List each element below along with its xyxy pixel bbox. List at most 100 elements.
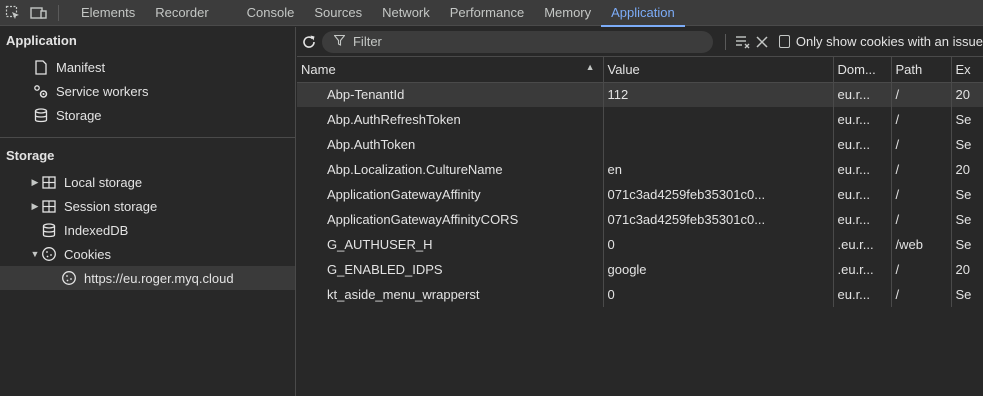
table-row[interactable]: ApplicationGatewayAffinityCORS 071c3ad425… — [297, 207, 983, 232]
sidebar-item-local-storage[interactable]: ▶ Local storage — [0, 170, 295, 194]
sidebar-item-label: https://eu.roger.myq.cloud — [84, 270, 234, 286]
cell-path: / — [891, 132, 952, 157]
column-header-path[interactable]: Path — [891, 57, 952, 83]
sidebar-item-label: Storage — [56, 107, 102, 123]
table-row[interactable]: kt_aside_menu_wrapperst 0 eu.r... / Se — [297, 282, 983, 307]
cell-domain: eu.r... — [833, 207, 892, 232]
table-icon — [40, 174, 58, 190]
cell-domain: eu.r... — [833, 82, 892, 107]
cell-name: ApplicationGatewayAffinity — [297, 182, 604, 207]
cell-value: 0 — [603, 232, 834, 257]
gears-icon — [32, 83, 50, 99]
cell-value: 0 — [603, 282, 834, 307]
cell-expires: Se — [951, 207, 983, 232]
cell-domain: eu.r... — [833, 182, 892, 207]
tab-performance[interactable]: Performance — [440, 0, 534, 26]
sidebar-item-label: Cookies — [64, 246, 111, 262]
only-show-issues-checkbox[interactable] — [779, 35, 790, 48]
cell-value: 071c3ad4259feb35301c0... — [603, 207, 834, 232]
cell-name: ApplicationGatewayAffinityCORS — [297, 207, 604, 232]
table-row[interactable]: Abp.AuthToken eu.r... / Se — [297, 132, 983, 157]
cell-name: G_AUTHUSER_H — [297, 232, 604, 257]
device-toolbar-icon[interactable] — [26, 0, 52, 26]
cell-domain: eu.r... — [833, 157, 892, 182]
cell-value — [603, 107, 834, 132]
cookies-panel: Only show cookies with an issue Name ▲ V… — [297, 27, 983, 396]
cell-value: en — [603, 157, 834, 182]
sidebar-item-service-workers[interactable]: Service workers — [0, 79, 295, 103]
table-row[interactable]: ApplicationGatewayAffinity 071c3ad4259feb… — [297, 182, 983, 207]
toolbar-separator — [724, 33, 726, 50]
cookie-icon — [60, 270, 78, 286]
column-header-expires[interactable]: Ex — [951, 57, 983, 83]
sidebar-divider — [0, 137, 295, 138]
cookies-toolbar: Only show cookies with an issue — [297, 27, 983, 57]
expand-arrow-icon[interactable]: ▶ — [30, 177, 40, 188]
table-row[interactable]: Abp.AuthRefreshToken eu.r... / Se — [297, 107, 983, 132]
cell-expires: Se — [951, 132, 983, 157]
collapse-arrow-icon[interactable]: ▼ — [30, 249, 40, 259]
sidebar-item-label: Session storage — [64, 198, 158, 214]
cell-name: Abp-TenantId — [297, 82, 604, 107]
cell-expires: Se — [951, 107, 983, 132]
refresh-icon[interactable] — [297, 27, 322, 57]
table-icon — [40, 198, 58, 214]
cell-domain: eu.r... — [833, 107, 892, 132]
sidebar-item-manifest[interactable]: Manifest — [0, 55, 295, 79]
database-icon — [32, 107, 50, 123]
application-sidebar: Application Manifest Service workers Sto… — [0, 27, 296, 396]
sidebar-item-label: Service workers — [56, 83, 149, 99]
tab-recorder[interactable]: Recorder — [145, 0, 218, 26]
expand-arrow-icon[interactable]: ▶ — [30, 201, 40, 212]
tab-console[interactable]: Console — [237, 0, 305, 26]
cell-domain: eu.r... — [833, 282, 892, 307]
column-header-value[interactable]: Value — [603, 57, 834, 83]
sidebar-item-label: Manifest — [56, 59, 106, 75]
cell-domain: .eu.r... — [833, 257, 892, 282]
sidebar-item-label: Local storage — [64, 174, 143, 190]
tab-memory[interactable]: Memory — [534, 0, 601, 26]
database-icon — [40, 222, 58, 238]
sidebar-item-session-storage[interactable]: ▶ Session storage — [0, 194, 295, 218]
cell-expires: Se — [951, 232, 983, 257]
devtools-tabbar: Elements Recorder Console Sources Networ… — [0, 0, 983, 27]
filter-box — [321, 30, 713, 53]
tab-application[interactable]: Application — [601, 0, 685, 27]
cell-value: google — [603, 257, 834, 282]
file-icon — [32, 59, 50, 75]
column-header-name[interactable]: Name ▲ — [297, 57, 604, 83]
cell-path: / — [891, 107, 952, 132]
cell-value: 112 — [603, 82, 834, 107]
only-show-issues-label: Only show cookies with an issue — [795, 34, 983, 49]
sidebar-item-cookie-origin[interactable]: https://eu.roger.myq.cloud — [0, 266, 295, 290]
filter-input[interactable] — [352, 34, 713, 49]
sidebar-item-storage[interactable]: Storage — [0, 103, 295, 127]
sidebar-item-cookies[interactable]: ▼ Cookies — [0, 242, 295, 266]
cell-name: Abp.AuthToken — [297, 132, 604, 157]
delete-selected-icon[interactable] — [753, 30, 772, 54]
inspect-element-icon[interactable] — [0, 0, 26, 26]
tab-sources[interactable]: Sources — [304, 0, 372, 26]
storage-section-header: Storage — [6, 148, 55, 163]
cell-name: kt_aside_menu_wrapperst — [297, 282, 604, 307]
cell-path: / — [891, 157, 952, 182]
table-row[interactable]: G_AUTHUSER_H 0 .eu.r.../web Se — [297, 232, 983, 257]
clear-filtered-cookies-icon[interactable] — [734, 30, 753, 54]
column-header-domain[interactable]: Dom... — [833, 57, 892, 83]
sort-ascending-icon: ▲ — [585, 61, 595, 72]
column-header-label: Name — [301, 61, 336, 77]
cell-path: / — [891, 257, 952, 282]
table-row[interactable]: Abp-TenantId 112 eu.r.../20 — [297, 82, 983, 107]
cell-expires: Se — [951, 182, 983, 207]
sidebar-item-indexeddb[interactable]: IndexedDB — [0, 218, 295, 242]
cookie-icon — [40, 246, 58, 262]
cell-name: Abp.AuthRefreshToken — [297, 107, 604, 132]
table-row[interactable]: Abp.Localization.CultureName en eu.r.../20 — [297, 157, 983, 182]
cell-expires: 20 — [951, 257, 983, 282]
tab-elements[interactable]: Elements — [71, 0, 145, 26]
application-section-header: Application — [6, 33, 77, 48]
cell-expires: 20 — [951, 157, 983, 182]
tab-network[interactable]: Network — [372, 0, 440, 26]
cell-path: / — [891, 82, 952, 107]
table-row[interactable]: G_ENABLED_IDPS google .eu.r.../20 — [297, 257, 983, 282]
